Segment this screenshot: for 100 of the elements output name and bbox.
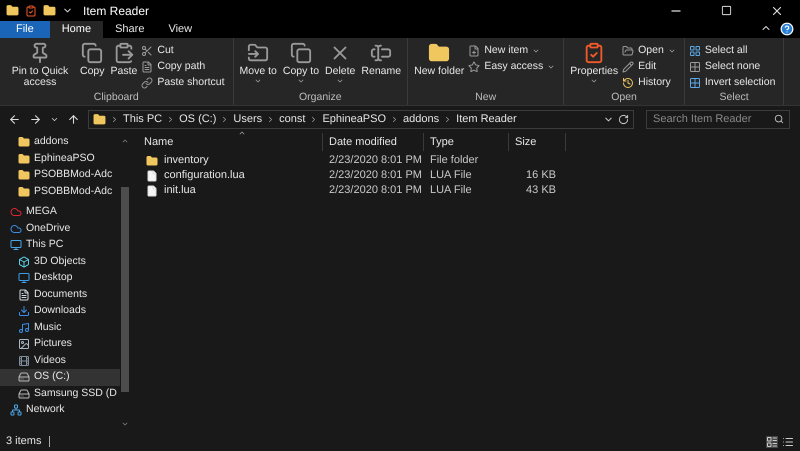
breadcrumb[interactable]: Item Reader — [456, 110, 517, 128]
ribbon-button[interactable]: Invert selection — [688, 76, 780, 89]
nav-item[interactable]: PSOBBMod-Adc — [0, 167, 120, 184]
ribbon-button[interactable]: Delete — [323, 42, 358, 85]
ribbon-button[interactable]: Rename — [359, 42, 404, 77]
ribbon-button[interactable]: Pin to Quick access — [4, 42, 76, 88]
separator-icon — [110, 114, 119, 124]
nav-item[interactable]: EphineaPSO — [0, 150, 120, 167]
file-row[interactable]: init.lua 2/23/2020 8:01 PM LUA File 43 KB — [138, 183, 800, 198]
ribbon-icon — [141, 60, 154, 72]
ribbon-tab[interactable]: Share — [103, 21, 156, 38]
column-header[interactable]: Type — [424, 133, 509, 151]
nav-item[interactable]: Desktop — [0, 270, 120, 286]
location-icon — [18, 272, 30, 284]
ribbon-button[interactable]: Copy — [78, 42, 107, 77]
ribbon-icon — [428, 42, 450, 64]
nav-item[interactable]: Documents — [0, 286, 120, 303]
ribbon-button[interactable]: Select none — [688, 60, 780, 73]
nav-item[interactable]: 3D Objects — [0, 254, 120, 270]
nav-item[interactable]: OneDrive — [0, 220, 120, 237]
breadcrumb[interactable]: const — [279, 110, 306, 128]
type-cell-text: LUA File — [429, 168, 473, 184]
column-header[interactable]: Name — [138, 133, 323, 151]
breadcrumb[interactable]: OS (C:) — [179, 110, 216, 128]
folder-icon — [146, 154, 158, 166]
address-bar[interactable]: This PC OS (C:) Users const EphineaPSO addons Item Reader — [88, 110, 634, 128]
ribbon-button[interactable]: Copy to — [280, 42, 322, 85]
forward-icon[interactable] — [29, 112, 42, 126]
breadcrumb[interactable]: addons — [403, 110, 440, 128]
nav-item[interactable]: Pictures — [0, 336, 120, 352]
ribbon-button[interactable]: Move to — [238, 42, 279, 85]
file-row[interactable]: inventory 2/23/2020 8:01 PM File folder — [138, 153, 800, 168]
nav-item[interactable]: PSOBBMod-Adc — [0, 184, 120, 200]
nav-item[interactable]: This PC — [0, 237, 120, 254]
nav-item[interactable]: Music — [0, 320, 120, 336]
caret-icon — [296, 77, 305, 85]
refresh-icon[interactable] — [618, 114, 629, 124]
location-icon — [10, 404, 22, 416]
help-icon[interactable] — [780, 22, 794, 36]
back-icon[interactable] — [8, 112, 21, 126]
group-label: Select — [718, 91, 750, 104]
breadcrumb[interactable]: EphineaPSO — [322, 110, 386, 128]
ribbon-tab[interactable]: Home — [50, 21, 104, 38]
folder-icon — [93, 112, 106, 126]
breadcrumb[interactable]: Users — [233, 110, 262, 128]
ribbon-icon — [81, 42, 104, 64]
status-text: 3 items — [6, 434, 42, 450]
ribbon-button[interactable]: Properties — [568, 42, 620, 85]
ribbon-tab[interactable]: File — [0, 21, 50, 38]
group-label: Open — [610, 91, 638, 104]
ribbon-button[interactable]: Open — [622, 44, 680, 57]
sort-icon — [238, 129, 246, 137]
nav-item[interactable]: addons — [0, 134, 120, 150]
nav-item[interactable]: Samsung SSD (D — [0, 386, 120, 402]
file-row[interactable]: configuration.lua 2/23/2020 8:01 PM LUA File 16 KB — [138, 168, 800, 183]
details-view-icon[interactable] — [766, 436, 778, 448]
scroll-down-icon[interactable] — [121, 420, 129, 428]
ribbon-tab[interactable]: View — [156, 21, 204, 38]
folder-icon[interactable] — [6, 4, 19, 17]
ribbon-button[interactable]: Cut — [141, 44, 228, 57]
date-cell-text: 2/23/2020 8:01 PM — [328, 168, 423, 184]
column-header[interactable]: Date modified — [323, 133, 424, 151]
breadcrumb[interactable]: This PC — [123, 110, 162, 128]
file-icon — [146, 184, 158, 196]
ribbon-button[interactable]: Copy path — [141, 60, 228, 73]
caret-icon — [254, 77, 262, 85]
ribbon-button[interactable]: Select all — [688, 44, 780, 57]
folder-icon — [18, 169, 30, 182]
ribbon-button[interactable]: Edit — [622, 60, 680, 73]
nav-item[interactable]: MEGA — [0, 204, 120, 220]
caret-icon — [590, 77, 598, 85]
type-cell-text: File folder — [429, 153, 480, 168]
properties-icon[interactable] — [25, 4, 37, 16]
location-icon — [18, 256, 30, 268]
ribbon-button[interactable]: New item — [468, 44, 560, 57]
nav-item[interactable]: Downloads — [0, 303, 120, 320]
window-title: Item Reader — [83, 2, 150, 20]
location-icon — [18, 388, 30, 400]
search-field[interactable]: Search Item Reader — [646, 110, 790, 128]
location-icon — [18, 371, 30, 384]
nav-item[interactable]: Videos — [0, 352, 120, 369]
location-icon — [18, 305, 30, 318]
scroll-up-icon[interactable] — [121, 137, 129, 145]
ribbon-button[interactable]: Easy access — [468, 60, 560, 73]
ribbon-button[interactable]: Paste shortcut — [141, 76, 228, 89]
ribbon-button[interactable]: History — [622, 76, 680, 89]
scrollbar-thumb[interactable] — [121, 187, 129, 392]
ribbon-button[interactable]: New folder — [412, 42, 466, 77]
location-icon — [18, 338, 30, 350]
column-header[interactable]: Size — [509, 133, 566, 151]
size-cell-text: 16 KB — [525, 168, 557, 184]
maximize-icon[interactable] — [721, 5, 732, 16]
up-icon[interactable] — [67, 112, 80, 126]
folder-icon[interactable] — [43, 4, 56, 17]
file-name: configuration.lua — [164, 168, 245, 184]
folder-icon — [18, 136, 30, 148]
ribbon-icon — [468, 60, 480, 72]
nav-item[interactable]: Network — [0, 402, 120, 418]
nav-item[interactable]: OS (C:) — [0, 369, 120, 386]
ribbon-button[interactable]: Paste — [108, 42, 140, 77]
